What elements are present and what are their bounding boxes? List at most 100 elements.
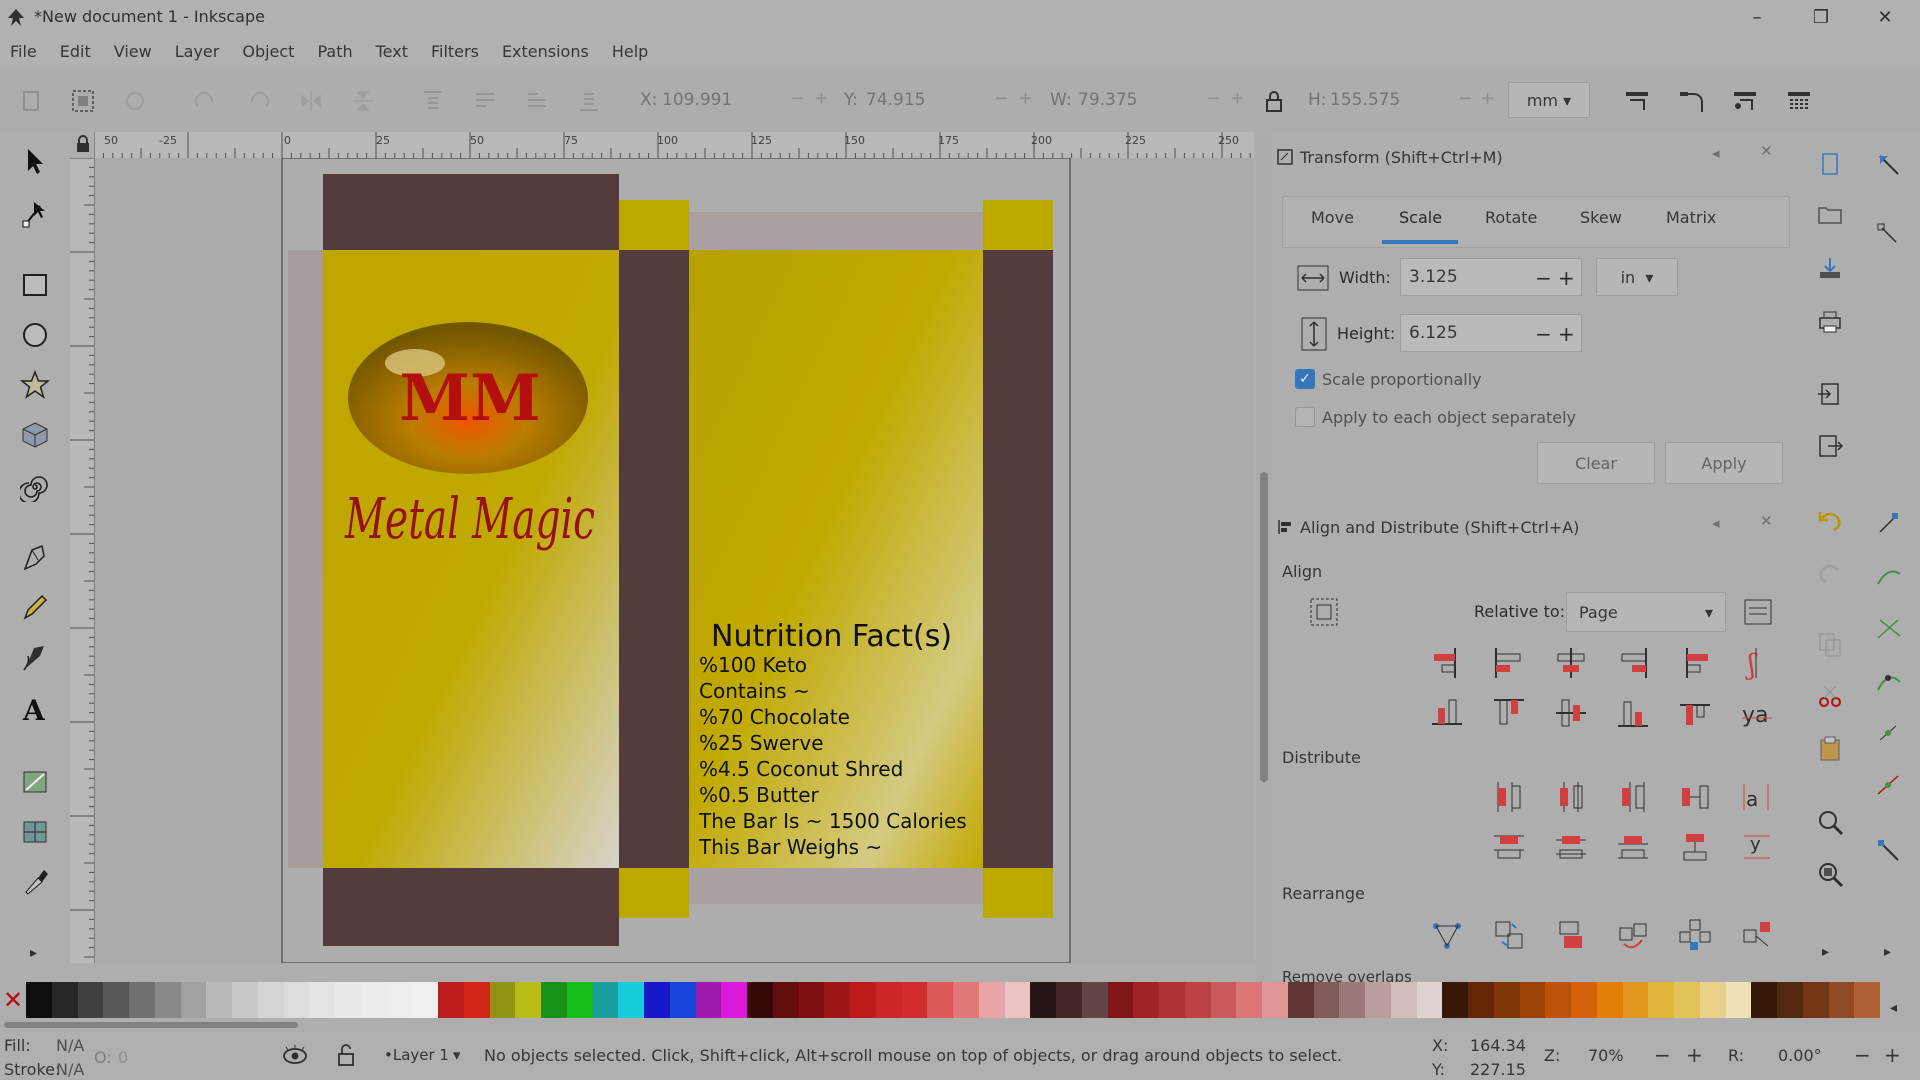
palette-swatch[interactable]	[721, 982, 747, 1018]
align-top-icon[interactable]	[1492, 696, 1526, 730]
fill-value[interactable]: N/A	[56, 1036, 84, 1055]
width-increment-button[interactable]: +	[1558, 266, 1575, 290]
palette-swatch[interactable]	[1365, 982, 1391, 1018]
palette-swatch[interactable]	[1725, 982, 1752, 1018]
palette-swatch[interactable]	[1519, 982, 1546, 1018]
distribute-centers-vertical-icon[interactable]	[1554, 830, 1588, 864]
snap-midpoints-icon[interactable]	[1874, 718, 1904, 748]
raise-icon[interactable]	[472, 88, 498, 114]
undo-icon[interactable]	[1816, 506, 1844, 534]
layer-lock-icon[interactable]	[336, 1042, 356, 1068]
distribute-baselines-vertical-icon[interactable]: y	[1740, 830, 1774, 864]
palette-swatch[interactable]	[1468, 982, 1494, 1018]
zoom-value[interactable]: 70%	[1588, 1046, 1624, 1065]
palette-swatch[interactable]	[1262, 982, 1288, 1018]
move-selection-as-group-icon[interactable]	[1742, 596, 1774, 628]
copy-icon[interactable]	[1816, 630, 1844, 658]
new-document-icon[interactable]	[1816, 150, 1844, 178]
scale-corners-icon[interactable]	[1676, 86, 1706, 116]
distribute-top-edges-icon[interactable]	[1492, 830, 1526, 864]
lower-to-bottom-icon[interactable]	[576, 88, 602, 114]
menu-text[interactable]: Text	[376, 42, 408, 61]
pencil-tool-icon[interactable]	[20, 592, 50, 622]
align-left-icon[interactable]	[1492, 646, 1526, 680]
redo-icon[interactable]	[1816, 558, 1844, 586]
align-baseline-icon[interactable]: ya	[1740, 696, 1774, 730]
palette-swatch[interactable]	[463, 982, 490, 1018]
apply-button[interactable]: Apply	[1665, 442, 1783, 484]
star-tool-icon[interactable]	[20, 370, 50, 400]
x-increment-button[interactable]: +	[814, 88, 829, 109]
close-button[interactable]: ✕	[1855, 0, 1915, 34]
align-right-to-left-icon[interactable]	[1430, 646, 1464, 680]
ellipse-tool-icon[interactable]	[20, 320, 50, 350]
paste-icon[interactable]	[1816, 734, 1844, 762]
palette-swatch[interactable]	[1107, 982, 1134, 1018]
exchange-clockwise-icon[interactable]	[1616, 918, 1650, 952]
palette-swatch[interactable]	[850, 982, 876, 1018]
y-decrement-button[interactable]: −	[994, 88, 1009, 109]
print-icon[interactable]	[1816, 308, 1844, 336]
snap-nodes-icon[interactable]	[1874, 510, 1904, 540]
open-icon[interactable]	[1816, 200, 1844, 228]
x-input[interactable]: 109.991	[662, 84, 790, 116]
import-icon[interactable]	[1816, 380, 1844, 408]
palette-swatch[interactable]	[618, 982, 644, 1018]
palette-swatch[interactable]	[1622, 982, 1649, 1018]
palette-swatch[interactable]	[283, 982, 310, 1018]
maximize-button[interactable]: ❐	[1791, 0, 1851, 34]
menu-layer[interactable]: Layer	[175, 42, 220, 61]
palette-swatch[interactable]	[901, 982, 928, 1018]
exchange-z-order-icon[interactable]	[1554, 918, 1588, 952]
deselect-icon[interactable]	[122, 88, 148, 114]
palette-swatch[interactable]	[1056, 982, 1082, 1018]
align-text-anchor-icon[interactable]: ʃ	[1740, 646, 1774, 680]
distribute-gaps-vertical-icon[interactable]	[1678, 830, 1712, 864]
rectangle-tool-icon[interactable]	[20, 270, 50, 300]
palette-swatch[interactable]	[1493, 982, 1520, 1018]
palette-swatch[interactable]	[77, 982, 104, 1018]
palette-swatch[interactable]	[1159, 982, 1185, 1018]
menu-file[interactable]: File	[10, 42, 37, 61]
lock-icon[interactable]	[1264, 90, 1284, 114]
3d-box-tool-icon[interactable]	[20, 420, 50, 450]
palette-swatch[interactable]	[592, 982, 619, 1018]
tab-scale[interactable]: Scale	[1399, 208, 1442, 227]
snap-paths-icon[interactable]	[1874, 562, 1904, 592]
palette-swatch[interactable]	[309, 982, 335, 1018]
palette-swatch[interactable]	[1571, 982, 1597, 1018]
palette-swatch[interactable]	[1184, 982, 1211, 1018]
distribute-centers-horizontal-icon[interactable]	[1554, 780, 1588, 814]
dropper-tool-icon[interactable]	[20, 866, 50, 896]
palette-swatch[interactable]	[412, 982, 438, 1018]
palette-swatch[interactable]	[1854, 982, 1880, 1018]
palette-scrollbar[interactable]	[4, 1022, 298, 1028]
move-gradients-icon[interactable]	[1730, 86, 1760, 116]
layer-visibility-icon[interactable]	[280, 1044, 310, 1068]
zoom-drawing-icon[interactable]	[1816, 860, 1844, 888]
gradient-tool-icon[interactable]	[20, 766, 50, 796]
tab-matrix[interactable]: Matrix	[1666, 208, 1716, 227]
align-bottom-icon[interactable]	[1616, 696, 1650, 730]
align-right-icon[interactable]	[1616, 646, 1650, 680]
relative-to-select[interactable]: Page ▾	[1566, 592, 1726, 632]
h-increment-button[interactable]: +	[1480, 88, 1495, 109]
palette-swatch[interactable]	[1596, 982, 1623, 1018]
scale-proportionally-checkbox[interactable]: ✓	[1295, 369, 1315, 389]
no-paint-swatch[interactable]: ✕	[0, 982, 26, 1018]
h-input[interactable]: 155.575	[1330, 84, 1458, 116]
palette-swatch[interactable]	[1777, 982, 1803, 1018]
graph-layout-icon[interactable]	[1430, 918, 1464, 952]
node-tool-icon[interactable]	[20, 198, 50, 228]
palette-swatch[interactable]	[180, 982, 207, 1018]
scale-unit-select[interactable]: in ▾	[1596, 258, 1678, 296]
toolbox-expand-icon[interactable]: ▸	[30, 945, 37, 961]
palette-swatch[interactable]	[386, 982, 413, 1018]
align-bottom-to-top-icon[interactable]	[1430, 696, 1464, 730]
mesh-tool-icon[interactable]	[20, 816, 50, 846]
distribute-left-edges-icon[interactable]	[1492, 780, 1526, 814]
palette-swatch[interactable]	[1339, 982, 1365, 1018]
treat-as-group-icon[interactable]	[1308, 596, 1340, 628]
palette-swatch[interactable]	[541, 982, 567, 1018]
distribute-right-edges-icon[interactable]	[1616, 780, 1650, 814]
